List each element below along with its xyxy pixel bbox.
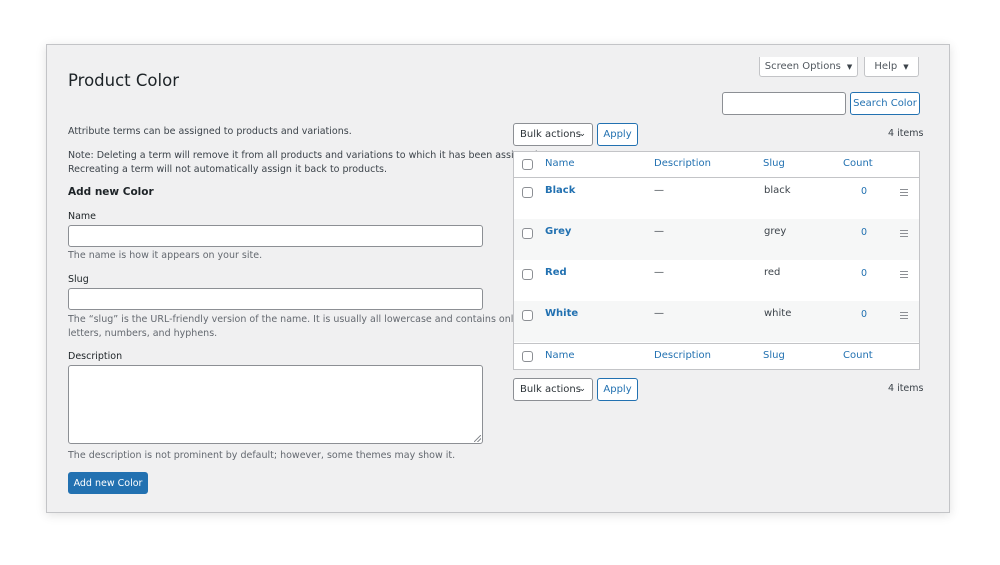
description-field[interactable] [68,365,483,444]
term-description: — [654,226,664,237]
drag-handle-icon[interactable] [900,271,908,278]
slug-field[interactable] [68,288,483,310]
name-help-text: The name is how it appears on your site. [68,250,263,261]
apply-label: Apply [603,129,632,140]
column-description[interactable]: Description [654,350,711,361]
items-count-bottom: 4 items [888,383,924,394]
chevron-down-icon: ⌄ [578,129,586,139]
add-new-color-button[interactable]: Add new Color [68,472,148,494]
table-row: White — white 0 [514,301,919,342]
caret-down-icon: ▼ [846,62,853,71]
search-input[interactable] [722,92,846,115]
term-count-link[interactable]: 0 [861,227,867,238]
column-name[interactable]: Name [545,350,575,361]
help-button[interactable]: Help ▼ [864,57,919,77]
bulk-actions-select-bottom[interactable]: Bulk actions ⌄ [513,378,593,401]
column-slug[interactable]: Slug [763,158,785,169]
table-row: Red — red 0 [514,260,919,301]
note-text-line1: Note: Deleting a term will remove it fro… [68,150,541,161]
items-count-top: 4 items [888,128,924,139]
term-slug: grey [764,226,787,237]
term-name-link[interactable]: White [545,308,578,319]
term-count-link[interactable]: 0 [861,309,867,320]
term-name-link[interactable]: Grey [545,226,571,237]
term-description: — [654,267,664,278]
name-field[interactable] [68,225,483,247]
term-slug: red [764,267,781,278]
note-text-line2: Recreating a term will not automatically… [68,164,388,175]
term-description: — [654,185,664,196]
page-title: Product Color [68,71,179,90]
caret-down-icon: ▼ [903,62,909,71]
apply-button-bottom[interactable]: Apply [597,378,638,401]
drag-handle-icon[interactable] [900,312,908,319]
term-name-link[interactable]: Red [545,267,567,278]
bulk-actions-select-top[interactable]: Bulk actions ⌄ [513,123,593,146]
search-color-label: Search Color [853,98,917,109]
table-row: Black — black 0 [514,178,919,219]
apply-button-top[interactable]: Apply [597,123,638,146]
column-description[interactable]: Description [654,158,711,169]
apply-label: Apply [603,384,632,395]
column-count[interactable]: Count [843,350,873,361]
column-count[interactable]: Count [843,158,873,169]
terms-table: Name Description Slug Count Black — blac… [513,151,920,370]
column-slug[interactable]: Slug [763,350,785,361]
slug-help-text-line1: The “slug” is the URL-friendly version o… [68,314,520,325]
row-checkbox[interactable] [522,228,533,239]
resize-grip-icon[interactable] [474,435,481,442]
row-checkbox[interactable] [522,187,533,198]
term-count-link[interactable]: 0 [861,268,867,279]
add-new-color-label: Add new Color [73,477,143,489]
term-name-link[interactable]: Black [545,185,575,196]
search-color-button[interactable]: Search Color [850,92,920,115]
drag-handle-icon[interactable] [900,230,908,237]
description-help-text: The description is not prominent by defa… [68,450,456,461]
add-new-heading: Add new Color [68,186,154,198]
bulk-actions-label: Bulk actions [520,384,581,395]
table-row: Grey — grey 0 [514,219,919,260]
chevron-down-icon: ⌄ [578,384,586,394]
term-slug: white [764,308,792,319]
table-header: Name Description Slug Count [514,152,919,178]
table-footer: Name Description Slug Count [514,343,919,370]
bulk-actions-label: Bulk actions [520,129,581,140]
select-all-checkbox[interactable] [522,351,533,362]
screen-options-label: Screen Options [764,61,841,72]
help-label: Help [874,61,898,72]
slug-label: Slug [68,274,89,285]
term-description: — [654,308,664,319]
select-all-checkbox[interactable] [522,159,533,170]
term-slug: black [764,185,791,196]
description-label: Description [68,351,123,362]
screen-options-button[interactable]: Screen Options ▼ [759,57,858,77]
column-name[interactable]: Name [545,158,575,169]
name-label: Name [68,211,97,222]
row-checkbox[interactable] [522,269,533,280]
term-count-link[interactable]: 0 [861,186,867,197]
admin-page: Screen Options ▼ Help ▼ Product Color Se… [46,44,950,513]
row-checkbox[interactable] [522,310,533,321]
intro-text: Attribute terms can be assigned to produ… [68,126,352,137]
slug-help-text-line2: letters, numbers, and hyphens. [68,328,218,339]
drag-handle-icon[interactable] [900,189,908,196]
